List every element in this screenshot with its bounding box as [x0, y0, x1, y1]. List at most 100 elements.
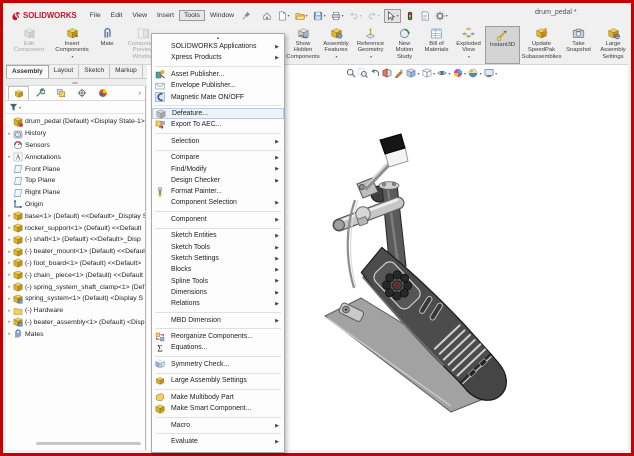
ribbon-button-bill-of-materials[interactable]: Bill ofMaterials: [421, 26, 452, 64]
options-gear-button[interactable]: ▾: [434, 10, 449, 22]
tree-item[interactable]: ▸AAnnotations: [6, 151, 145, 163]
tree-item[interactable]: Origin: [6, 199, 145, 211]
rebuild-traffic-light-button[interactable]: [404, 10, 416, 22]
tree-item[interactable]: ▸(-) foot_board<1> (Default) <<Default>: [6, 258, 145, 270]
headsup-edit-appearance-button[interactable]: ▾: [453, 68, 467, 78]
menu-item-envelope-publisher[interactable]: Envelope Publisher...: [152, 80, 284, 91]
tree-item[interactable]: ▸Mates: [6, 328, 145, 340]
headsup-view-orientation-button[interactable]: ▾: [406, 68, 420, 78]
menu-item-component[interactable]: Component▶: [152, 214, 284, 225]
filter-funnel-icon[interactable]: [9, 103, 18, 112]
menu-item-dimensions[interactable]: Dimensions▶: [152, 287, 284, 298]
ribbon-button-exploded-view[interactable]: ExplodedView▾: [452, 26, 485, 64]
tree-item[interactable]: ▸History: [6, 128, 145, 140]
menu-item-export-to-aec[interactable]: Export To AEC...: [152, 119, 284, 130]
select-cursor-button[interactable]: ▾: [384, 9, 401, 23]
tab-assembly[interactable]: Assembly: [6, 65, 49, 78]
ribbon-button-update-speedpak-subassemblies[interactable]: UpdateSpeedPakSubassemblies: [520, 26, 563, 64]
tree-filter-row[interactable]: ▾: [6, 101, 145, 114]
menu-item-compare[interactable]: Compare▶: [152, 152, 284, 163]
menu-item-large-assembly-settings[interactable]: Large Assembly Settings: [152, 375, 284, 386]
menu-item-magnetic-mate-on-off[interactable]: Magnetic Mate ON/OFF: [152, 91, 284, 102]
menu-item-equations[interactable]: ΣEquations...: [152, 342, 284, 353]
headsup-zoom-area-button[interactable]: [358, 68, 368, 78]
tree-item[interactable]: ▸(-) Hardware: [6, 305, 145, 317]
ribbon-button-take-snapshot[interactable]: TakeSnapshot: [563, 26, 594, 64]
menu-file[interactable]: File: [85, 10, 106, 21]
panel-splitter[interactable]: [6, 79, 146, 86]
tree-item[interactable]: ▸(-) chain_ piece<1> (Default) <<Default: [6, 269, 145, 281]
open-folder-button[interactable]: ▾: [294, 10, 309, 22]
ribbon-button-large-assembly-settings[interactable]: LargeAssemblySettings: [594, 26, 632, 64]
menu-insert[interactable]: Insert: [152, 10, 179, 21]
headsup-display-style-button[interactable]: ▾: [422, 68, 436, 78]
drum-pedal-3d-model[interactable]: [293, 118, 543, 428]
tree-item[interactable]: Right Plane: [6, 187, 145, 199]
tree-item[interactable]: ▸spring_system<1> (Default) <Display S: [6, 293, 145, 305]
menu-item-design-checker[interactable]: Design Checker▶: [152, 175, 284, 186]
tab-layout[interactable]: Layout: [49, 65, 80, 78]
headsup-apply-scene-button[interactable]: ▾: [468, 68, 482, 78]
menu-item-make-smart-component[interactable]: Make Smart Component...: [152, 403, 284, 414]
panel-horizontal-scrollbar[interactable]: [36, 442, 141, 445]
ribbon-button-assembly-features[interactable]: AssemblyFeatures▾: [319, 26, 353, 64]
panel-tab-dimxpert[interactable]: [71, 86, 92, 100]
menu-item-relations[interactable]: Relations▶: [152, 298, 284, 309]
panel-tab-feature-tree[interactable]: [8, 86, 29, 100]
tab-markup[interactable]: Markup: [110, 65, 143, 78]
tree-item[interactable]: Front Plane: [6, 163, 145, 175]
menu-item-blocks[interactable]: Blocks▶: [152, 264, 284, 275]
menu-view[interactable]: View: [127, 10, 152, 21]
menu-item-asset-publisher[interactable]: Asset Publisher...: [152, 69, 284, 80]
menu-item-macro[interactable]: Macro▶: [152, 420, 284, 431]
menu-item-symmetry-check[interactable]: Symmetry Check...: [152, 359, 284, 370]
menu-item-xpress-products[interactable]: Xpress Products▶: [152, 52, 284, 63]
menu-item-defeature[interactable]: Defeature...: [152, 108, 284, 119]
ribbon-button-show-hidden-components[interactable]: ShowHiddenComponents: [287, 26, 319, 64]
undo-button[interactable]: ▾: [348, 10, 363, 22]
headsup-view-settings-button[interactable]: ▾: [484, 68, 498, 78]
tree-item[interactable]: ▸(-) shaft<1> (Default) <<Default>_Disp: [6, 234, 145, 246]
menu-item-mbd-dimension[interactable]: MBD Dimension▶: [152, 315, 284, 326]
pin-menubar-icon[interactable]: [242, 11, 251, 20]
tree-item[interactable]: Top Plane: [6, 175, 145, 187]
panel-tab-display-manager[interactable]: [92, 86, 113, 100]
menu-item-format-painter[interactable]: Format Painter...: [152, 186, 284, 197]
filter-dropdown-arrow[interactable]: ▾: [19, 105, 21, 110]
menu-scroll-up[interactable]: ▲: [152, 34, 284, 41]
menu-item-find-modify[interactable]: Find/Modify▶: [152, 163, 284, 174]
menu-item-evaluate[interactable]: Evaluate▶: [152, 436, 284, 447]
headsup-dynamic-annotation-views-button[interactable]: [394, 68, 404, 78]
tree-item[interactable]: ▸(-) spring_system_shaft_clamp<1> (Def: [6, 281, 145, 293]
menu-item-selection[interactable]: Selection▶: [152, 136, 284, 147]
tree-item[interactable]: Sensors: [6, 140, 145, 152]
tree-item[interactable]: ▸(-) beater_assembly<1> (Default) <Disp: [6, 317, 145, 329]
panel-tab-configurations[interactable]: [50, 86, 71, 100]
ribbon-button-reference-geometry[interactable]: ReferenceGeometry▾: [353, 26, 388, 64]
ribbon-button-new-motion-study[interactable]: NewMotionStudy: [388, 26, 421, 64]
panel-tab-property-manager[interactable]: [29, 86, 50, 100]
menu-item-sketch-entities[interactable]: Sketch Entities▶: [152, 230, 284, 241]
print-button[interactable]: ▾: [330, 10, 345, 22]
menu-item-make-multibody-part[interactable]: Make Multibody Part: [152, 392, 284, 403]
ribbon-button-mate[interactable]: Mate: [94, 26, 120, 64]
headsup-hide-show-items-button[interactable]: ▾: [437, 68, 451, 78]
menu-window[interactable]: Window: [205, 10, 239, 21]
menu-item-solidworks-applications[interactable]: SOLIDWORKS Applications▶: [152, 41, 284, 52]
headsup-section-view-button[interactable]: [382, 68, 392, 78]
redo-button[interactable]: ▾: [366, 10, 381, 22]
new-document-button[interactable]: ▾: [276, 10, 291, 22]
save-button[interactable]: ▾: [312, 10, 327, 22]
tree-item[interactable]: ▸(-) beater_mount<1> (Default) <<Defaul: [6, 246, 145, 258]
menu-item-reorganize-components[interactable]: Reorganize Components...: [152, 331, 284, 342]
file-properties-button[interactable]: [419, 10, 431, 22]
panel-expand-chevron[interactable]: ›: [139, 90, 141, 97]
headsup-previous-view-button[interactable]: [370, 68, 380, 78]
ribbon-button-insert-components[interactable]: InsertComponents▾: [50, 26, 94, 64]
menu-item-component-selection[interactable]: Component Selection▶: [152, 197, 284, 208]
tree-item[interactable]: drum_pedal (Default) <Display State-1>: [6, 116, 145, 128]
headsup-zoom-fit-button[interactable]: [346, 68, 356, 78]
ribbon-button-instant3d[interactable]: Instant3D: [485, 26, 520, 64]
menu-edit[interactable]: Edit: [106, 10, 128, 21]
menu-item-sketch-settings[interactable]: Sketch Settings▶: [152, 253, 284, 264]
